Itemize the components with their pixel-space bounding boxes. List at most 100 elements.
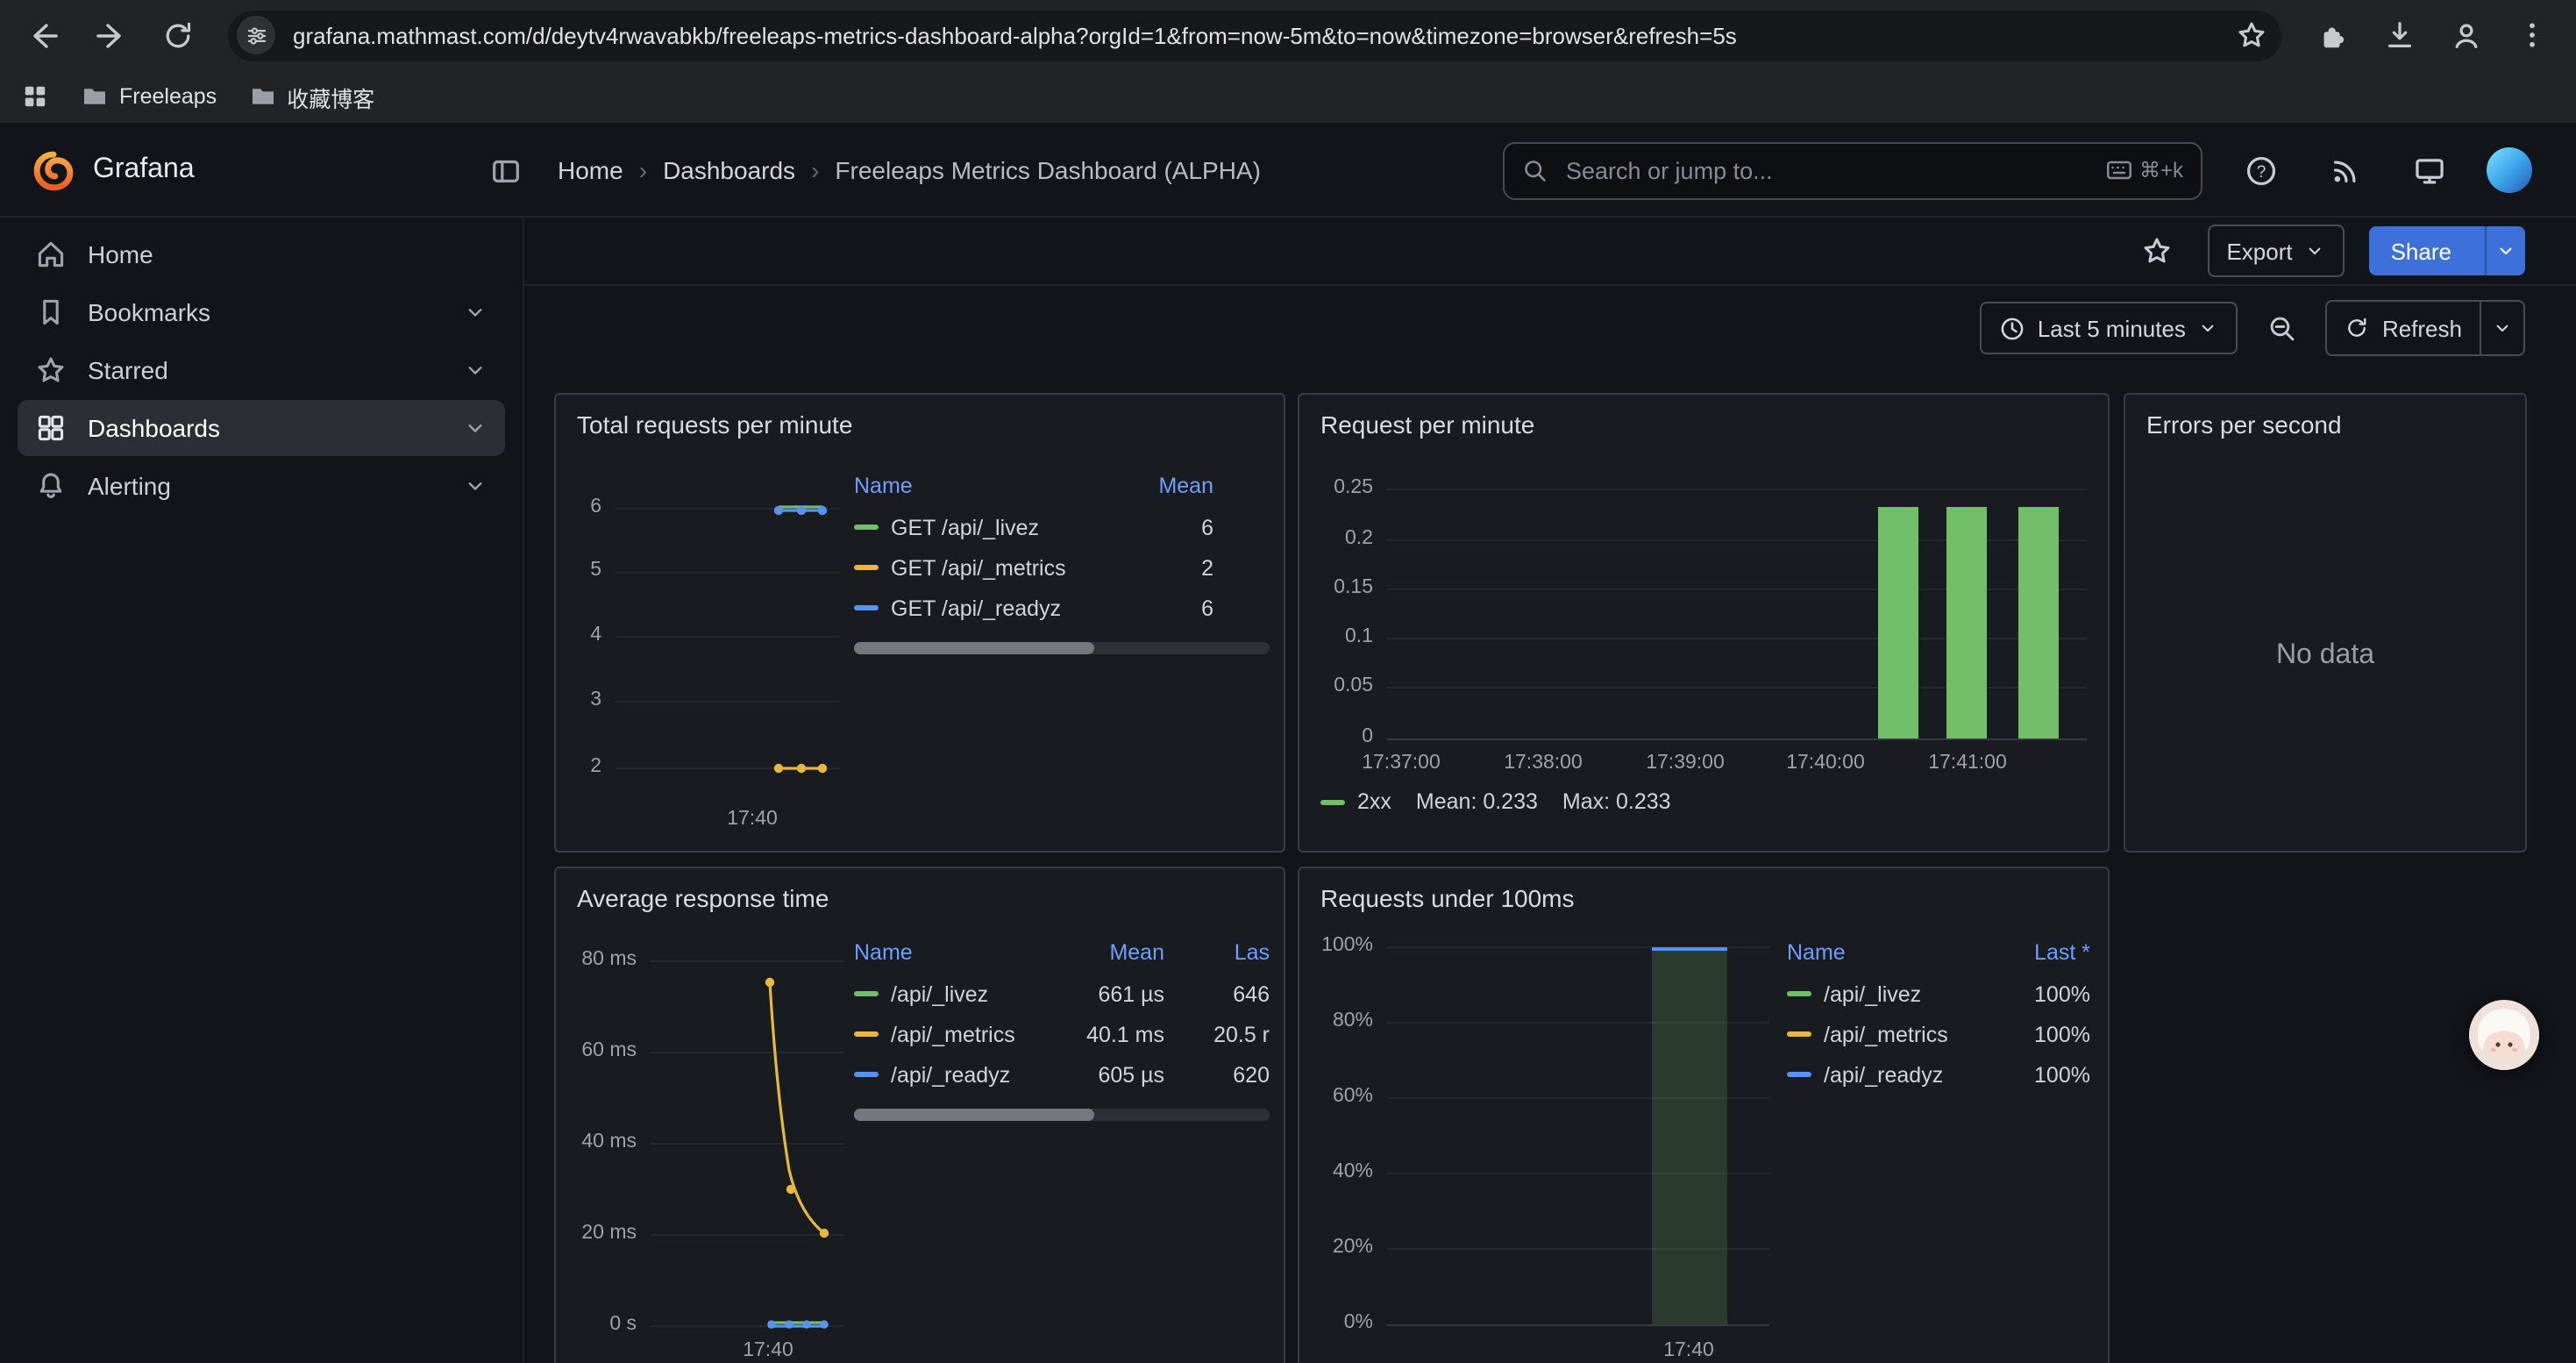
sidebar-nav: Home Bookmarks Starred Dashboards [0,218,524,1363]
chevron-down-icon [2198,318,2219,339]
sidebar-item-dashboards[interactable]: Dashboards [18,400,505,456]
series-swatch [854,1031,879,1037]
series-toggle[interactable]: /api/_metrics [1787,1022,1999,1046]
panel-request-per-minute: Request per minute 0.25 0.2 0.15 0.1 [1298,393,2110,853]
legend-col-name[interactable]: Name [854,940,1066,965]
refresh-button[interactable]: Refresh [2328,302,2480,354]
share-menu-button[interactable] [2485,226,2525,275]
rss-icon [2328,153,2361,187]
downloads-button[interactable] [2373,9,2425,61]
series-toggle[interactable]: /api/_readyz [854,1062,1066,1087]
keyboard-icon [2106,160,2132,181]
sidebar-item-bookmarks[interactable]: Bookmarks [18,284,505,340]
series-swatch [854,565,879,570]
legend-row: /api/_metrics 40.1 ms 20.5 r [854,1014,1270,1054]
forward-button[interactable] [84,9,137,61]
series-toggle[interactable]: /api/_livez [854,981,1066,1006]
series-toggle[interactable]: GET /api/_metrics [854,555,1129,580]
legend-col-mean[interactable]: Mean [1129,474,1213,498]
legend-col-last[interactable]: Las [1164,940,1270,965]
legend-scrollbar[interactable] [854,1109,1270,1121]
clock-icon [1999,315,2025,341]
bookmark-folder-freeleaps[interactable]: Freeleaps [81,82,217,111]
site-info-button[interactable] [237,16,275,54]
search-input[interactable] [1562,155,2092,185]
reload-button[interactable] [151,9,203,61]
share-button[interactable]: Share [2370,226,2525,275]
refresh-interval-button[interactable] [2480,302,2523,354]
omnibox[interactable] [228,10,2281,61]
star-icon [2140,235,2172,267]
series-swatch [854,991,879,996]
breadcrumb-home[interactable]: Home [558,156,623,184]
breadcrumb: Home › Dashboards › Freeleaps Metrics Da… [558,156,1261,184]
sidebar-item-label: Home [88,240,487,268]
series-toggle[interactable]: /api/_livez [1787,981,1999,1006]
breadcrumb-dashboards[interactable]: Dashboards [663,156,795,184]
y-tick: 80% [1303,1010,1373,1031]
legend-scrollbar[interactable] [854,642,1270,654]
y-tick: 0.25 [1303,477,1373,498]
floating-avatar[interactable] [2469,1000,2539,1070]
legend-value: 100% [1999,1022,2090,1046]
panel-left-icon [489,153,523,187]
star-icon [35,354,67,386]
scrollbar-thumb[interactable] [854,642,1095,654]
bookmark-folder-blogs[interactable]: 收藏博客 [248,80,374,113]
download-icon [2382,18,2416,52]
legend-col-name[interactable]: Name [854,474,1129,498]
sidebar-item-home[interactable]: Home [18,226,505,282]
display-button[interactable] [2402,144,2455,196]
x-tick: 17:39:00 [1629,753,1741,774]
help-button[interactable]: ? [2234,144,2287,196]
news-button[interactable] [2318,144,2371,196]
zoom-out-icon [2267,313,2297,343]
series-toggle[interactable]: GET /api/_readyz [854,596,1129,620]
chevron-down-icon[interactable] [463,358,487,382]
y-tick: 60% [1303,1086,1373,1107]
y-tick: 0.1 [1303,626,1373,647]
series-toggle[interactable]: /api/_metrics [854,1022,1066,1046]
series-toggle[interactable]: 2xx [1320,789,1391,814]
legend-value: 40.1 ms [1066,1022,1164,1046]
scrollbar-thumb[interactable] [854,1109,1095,1121]
chevron-down-icon[interactable] [463,416,487,440]
dock-sidebar-button[interactable] [489,153,523,187]
forward-icon [93,18,128,53]
dashboard-subheader: Export Share [524,218,2576,286]
legend-col-last[interactable]: Last * [1999,940,2090,965]
user-avatar[interactable] [2487,147,2532,193]
url-input[interactable] [289,20,2236,50]
legend-mean: Mean: 0.233 [1416,789,1538,814]
sidebar-item-alerting[interactable]: Alerting [18,458,505,514]
sidebar-item-starred[interactable]: Starred [18,342,505,398]
x-tick: 17:41:00 [1911,753,2024,774]
panel-avg-response: Average response time 80 ms 60 ms 40 ms [554,867,1285,1363]
apps-grid-button[interactable] [21,82,49,111]
star-icon [2236,19,2267,51]
zoom-out-button[interactable] [2256,302,2309,354]
profile-button[interactable] [2439,9,2492,61]
legend-col-name[interactable]: Name [1787,940,1999,965]
y-tick: 80 ms [559,949,637,970]
series-toggle[interactable]: /api/_readyz [1787,1062,1999,1087]
series-swatch [854,605,879,610]
legend-value: 620 [1164,1062,1270,1087]
search-box[interactable]: ⌘+k [1503,141,2202,199]
chevron-down-icon[interactable] [463,474,487,498]
extensions-button[interactable] [2306,9,2359,61]
back-button[interactable] [18,9,70,61]
home-icon [35,239,67,270]
browser-menu-button[interactable] [2506,9,2558,61]
dashboard-main: Export Share Last 5 minutes [524,218,2576,1363]
legend-col-mean[interactable]: Mean [1066,940,1164,965]
export-button[interactable]: Export [2207,225,2345,277]
series-toggle[interactable]: GET /api/_livez [854,515,1129,539]
bookmark-star-button[interactable] [2236,19,2267,51]
chevron-down-icon[interactable] [463,300,487,325]
panel-title[interactable]: Errors per second [2146,410,2342,439]
grafana-logo[interactable] [32,148,75,192]
time-range-picker[interactable]: Last 5 minutes [1980,302,2238,354]
y-tick: 2 [556,756,601,777]
favorite-dashboard-button[interactable] [2130,225,2182,277]
